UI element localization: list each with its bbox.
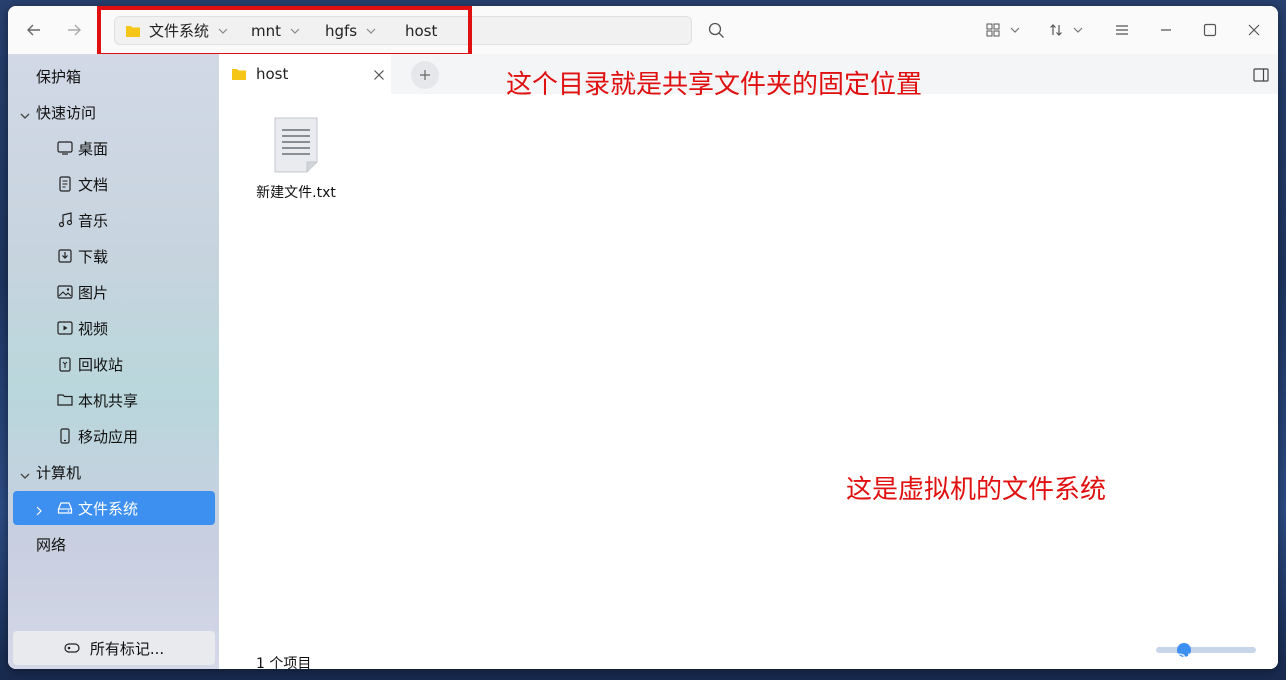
sidebar-item-downloads[interactable]: 下载: [13, 239, 215, 273]
watermark: CSDN @Wyn_: [1153, 650, 1263, 669]
all-tags-button[interactable]: 所有标记...: [13, 631, 215, 665]
sidebar-panel-icon: [1253, 68, 1269, 82]
sidebar-group-computer[interactable]: 计算机: [13, 455, 215, 489]
file-item[interactable]: 新建文件.txt: [251, 116, 341, 202]
menu-button[interactable]: [1115, 20, 1129, 40]
chevron-down-icon[interactable]: [218, 27, 228, 35]
file-name: 新建文件.txt: [256, 185, 336, 201]
sidebar-item-label: 本机共享: [78, 391, 139, 410]
chevron-down-icon[interactable]: [20, 466, 30, 484]
document-icon: [59, 176, 71, 192]
forward-button[interactable]: [62, 18, 86, 42]
close-icon: [1248, 24, 1260, 36]
grid-view-icon: [986, 23, 1000, 37]
new-tab-button[interactable]: [411, 61, 439, 89]
file-view: 新建文件.txt 1 个项目: [219, 94, 1278, 669]
sidebar-item-label: 保护箱: [36, 67, 82, 86]
chevron-down-icon[interactable]: [20, 106, 30, 124]
sidebar-item-filesystem[interactable]: 文件系统: [13, 491, 215, 525]
breadcrumb-label: host: [405, 21, 438, 40]
sidebar-item-label: 网络: [36, 535, 67, 554]
annotation-top: 这个目录就是共享文件夹的固定位置: [506, 70, 923, 100]
sidebar-item-label: 回收站: [78, 355, 124, 374]
text-file-icon: [274, 117, 318, 173]
sidebar-item-label: 移动应用: [78, 427, 139, 446]
sidebar-item-label: 视频: [78, 319, 109, 338]
sidebar-item-label: 文件系统: [78, 499, 139, 518]
breadcrumb-filesystem[interactable]: 文件系统: [125, 17, 228, 44]
sidebar-item-trash[interactable]: 回收站: [13, 347, 215, 381]
breadcrumb-hgfs[interactable]: hgfs: [325, 17, 376, 44]
sort-icon: [1050, 24, 1062, 36]
annotation-bottom: 这是虚拟机的文件系统: [846, 475, 1107, 505]
maximize-button[interactable]: [1203, 20, 1217, 40]
arrow-left-icon: [27, 24, 40, 36]
trash-icon: [59, 357, 71, 372]
plus-icon: [420, 70, 430, 80]
chevron-down-icon[interactable]: [366, 27, 376, 35]
status-item-count: 1 个项目: [256, 656, 312, 669]
chevron-down-icon: [1073, 27, 1083, 33]
sidebar-item-label: 音乐: [78, 211, 109, 230]
file-manager-window: 文件系统 mnt hgfs host 保护箱 快速访问 桌面 文档 音乐 下载 …: [8, 6, 1278, 669]
sidebar-group-label: 快速访问: [36, 103, 97, 122]
chevron-right-icon[interactable]: [35, 502, 43, 520]
sidebar-item-label: 桌面: [78, 139, 109, 158]
sidebar: 保护箱 快速访问 桌面 文档 音乐 下载 图片 视频 回收站 本机共享 移动应用…: [8, 54, 219, 669]
tab-label: host: [256, 65, 289, 83]
all-tags-label: 所有标记...: [89, 639, 165, 658]
minimize-icon: [1161, 29, 1171, 31]
drive-icon: [57, 502, 73, 514]
sidebar-item-pictures[interactable]: 图片: [13, 275, 215, 309]
address-bar[interactable]: 文件系统 mnt hgfs host: [114, 16, 692, 45]
mobile-icon: [60, 428, 70, 444]
download-icon: [58, 249, 72, 263]
sidebar-item-videos[interactable]: 视频: [13, 311, 215, 345]
video-icon: [57, 321, 73, 335]
sidebar-item-local-share[interactable]: 本机共享: [13, 383, 215, 417]
tab-host[interactable]: host: [219, 54, 391, 94]
chevron-down-icon[interactable]: [290, 27, 300, 35]
breadcrumb-host[interactable]: host: [405, 17, 437, 44]
sidebar-item-label: 图片: [78, 283, 109, 302]
toolbar: 文件系统 mnt hgfs host: [8, 6, 1278, 57]
sidebar-item-desktop[interactable]: 桌面: [13, 131, 215, 165]
back-button[interactable]: [22, 18, 46, 42]
chevron-down-icon: [1010, 27, 1020, 33]
desktop-icon: [57, 141, 73, 155]
sidebar-item-documents[interactable]: 文档: [13, 167, 215, 201]
sidebar-group-quick-access[interactable]: 快速访问: [13, 95, 215, 129]
tag-icon: [64, 643, 80, 653]
folder-icon: [232, 69, 246, 80]
sidebar-item-vault[interactable]: 保护箱: [13, 59, 215, 93]
breadcrumb-label: mnt: [251, 21, 281, 40]
sidebar-group-label: 计算机: [36, 463, 82, 482]
menu-icon: [1116, 25, 1128, 35]
sidebar-item-network[interactable]: 网络: [13, 527, 215, 561]
sidebar-item-label: 下载: [78, 247, 109, 266]
tab-close-button[interactable]: [373, 67, 385, 85]
view-mode-button[interactable]: [986, 20, 1020, 40]
close-icon: [374, 70, 384, 80]
picture-icon: [57, 285, 73, 299]
folder-icon: [126, 25, 140, 37]
search-icon: [708, 22, 724, 38]
sidebar-item-mobile-apps[interactable]: 移动应用: [13, 419, 215, 453]
sidebar-item-music[interactable]: 音乐: [13, 203, 215, 237]
maximize-icon: [1203, 23, 1217, 37]
breadcrumb-label: hgfs: [325, 21, 358, 40]
breadcrumb-label: 文件系统: [149, 22, 210, 40]
arrow-right-icon: [68, 24, 81, 36]
search-button[interactable]: [708, 20, 725, 40]
sidebar-item-label: 文档: [78, 175, 109, 194]
sort-button[interactable]: [1049, 20, 1083, 40]
breadcrumb-mnt[interactable]: mnt: [251, 17, 300, 44]
minimize-button[interactable]: [1159, 20, 1173, 40]
folder-icon: [57, 394, 73, 406]
detail-view-button[interactable]: [1253, 67, 1269, 86]
close-button[interactable]: [1247, 20, 1261, 40]
music-icon: [58, 212, 73, 228]
